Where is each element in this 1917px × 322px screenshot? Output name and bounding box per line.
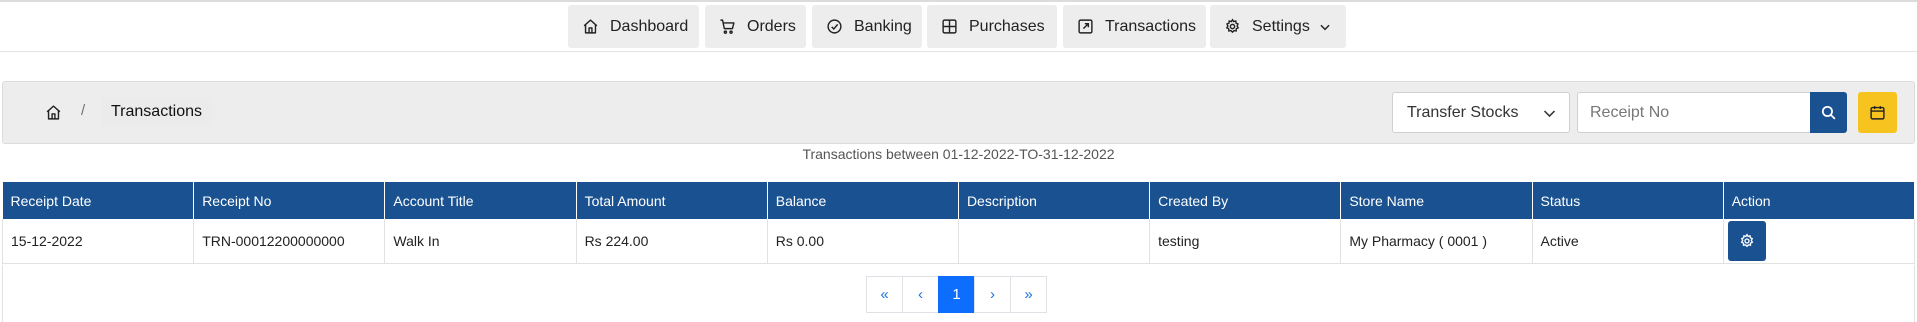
table-header-row: Receipt Date Receipt No Account Title To… bbox=[2, 182, 1916, 219]
breadcrumb-current: Transactions bbox=[101, 97, 212, 127]
date-range-caption: Transactions between 01-12-2022-TO-31-12… bbox=[802, 146, 1115, 162]
nav-orders[interactable]: Orders bbox=[705, 5, 806, 48]
external-link-icon bbox=[1078, 19, 1093, 34]
cart-icon bbox=[720, 19, 735, 34]
pagination: « ‹ 1 › » bbox=[866, 276, 1047, 313]
gear-icon bbox=[1740, 233, 1753, 248]
page-last-button[interactable]: » bbox=[1010, 276, 1047, 313]
column-header: Balance bbox=[767, 182, 959, 219]
nav-purchases[interactable]: Purchases bbox=[927, 5, 1057, 48]
gear-icon bbox=[1225, 18, 1240, 34]
cell-action bbox=[1723, 219, 1916, 264]
column-header: Receipt Date bbox=[2, 182, 195, 219]
table-row: 15-12-2022 TRN-00012200000000 Walk In Rs… bbox=[1, 219, 1916, 264]
column-header: Status bbox=[1532, 182, 1724, 219]
page-next-button[interactable]: › bbox=[974, 276, 1011, 313]
cell-balance: Rs 0.00 bbox=[767, 219, 959, 264]
column-header: Total Amount bbox=[576, 182, 768, 219]
receipt-search-input[interactable] bbox=[1577, 92, 1811, 133]
home-icon bbox=[46, 104, 60, 120]
nav-dashboard-label: Dashboard bbox=[610, 17, 689, 35]
cell-description bbox=[958, 219, 1151, 264]
nav-banking-label: Banking bbox=[854, 17, 912, 35]
nav-purchases-label: Purchases bbox=[969, 17, 1045, 35]
cell-status: Active bbox=[1532, 219, 1724, 264]
page-first-button[interactable]: « bbox=[866, 276, 903, 313]
search-button[interactable] bbox=[1810, 92, 1847, 133]
page-prev-button[interactable]: ‹ bbox=[902, 276, 939, 313]
cell-receipt-date: 15-12-2022 bbox=[1, 219, 195, 264]
transaction-type-value: Transfer Stocks bbox=[1407, 104, 1519, 121]
nav-transactions-label: Transactions bbox=[1105, 17, 1196, 35]
column-header: Store Name bbox=[1340, 182, 1533, 219]
cell-created-by: testing bbox=[1149, 219, 1342, 264]
transactions-table: Receipt Date Receipt No Account Title To… bbox=[1, 182, 1916, 264]
breadcrumb-bar: / Transactions Transfer Stocks bbox=[2, 81, 1915, 144]
breadcrumb-home-link[interactable] bbox=[33, 93, 73, 131]
nav-settings[interactable]: Settings bbox=[1210, 5, 1346, 48]
breadcrumb-separator: / bbox=[81, 102, 86, 119]
search-icon bbox=[1821, 105, 1836, 120]
top-navbar: Dashboard Orders Banking Purchases Trans… bbox=[0, 2, 1917, 52]
nav-orders-label: Orders bbox=[747, 17, 796, 35]
column-header: Receipt No bbox=[193, 182, 386, 219]
cell-receipt-no: TRN-00012200000000 bbox=[193, 219, 386, 264]
nav-settings-label: Settings bbox=[1252, 17, 1310, 35]
page-current-button[interactable]: 1 bbox=[938, 276, 975, 313]
row-action-button[interactable] bbox=[1727, 220, 1766, 261]
chevron-down-icon bbox=[1320, 24, 1330, 30]
column-header: Account Title bbox=[384, 182, 577, 219]
home-icon bbox=[583, 19, 598, 34]
chevron-down-icon bbox=[1543, 110, 1556, 118]
date-range-button[interactable] bbox=[1858, 92, 1897, 133]
column-header: Created By bbox=[1149, 182, 1342, 219]
nav-transactions[interactable]: Transactions bbox=[1063, 5, 1206, 48]
check-circle-icon bbox=[827, 19, 842, 34]
cell-account-title: Walk In bbox=[384, 219, 577, 264]
cell-store-name: My Pharmacy ( 0001 ) bbox=[1340, 219, 1533, 264]
pagination-area: « ‹ 1 › » bbox=[2, 265, 1915, 322]
grid-icon bbox=[942, 19, 957, 34]
column-header: Description bbox=[958, 182, 1151, 219]
transaction-type-select[interactable]: Transfer Stocks bbox=[1392, 92, 1570, 133]
nav-dashboard[interactable]: Dashboard bbox=[568, 5, 699, 48]
cell-total-amount: Rs 224.00 bbox=[576, 219, 768, 264]
calendar-icon bbox=[1870, 106, 1885, 120]
nav-banking[interactable]: Banking bbox=[812, 5, 922, 48]
column-header: Action bbox=[1723, 182, 1916, 219]
